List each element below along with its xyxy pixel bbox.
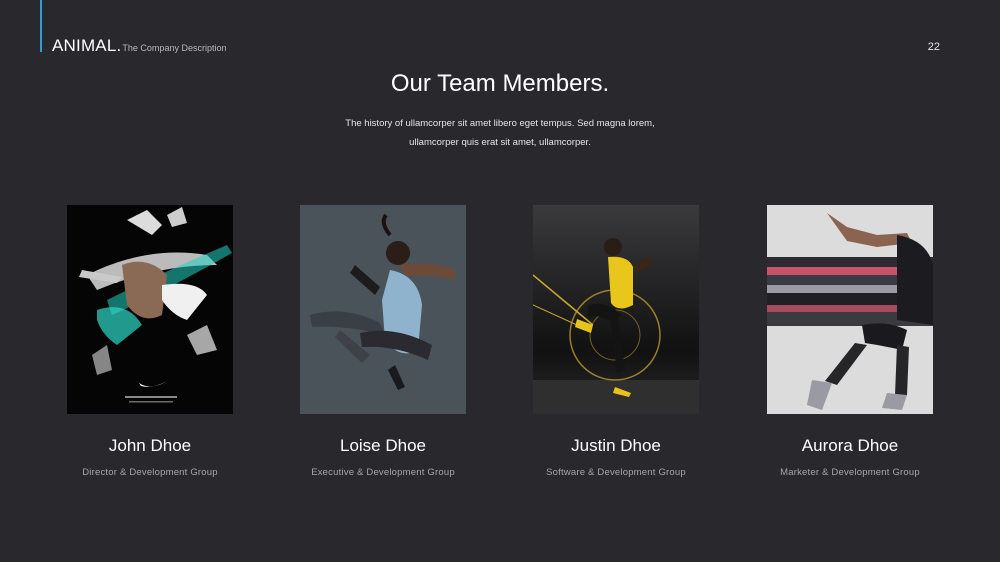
member-photo-image [533,205,699,414]
brand: ANIMAL. The Company Description [52,36,226,56]
team-member-card: Aurora Dhoe Marketer & Development Group [767,205,933,478]
page-title: Our Team Members. [390,70,610,97]
member-photo [300,205,466,414]
intro-line: ullamcorper quis erat sit amet, ullamcor… [409,137,591,148]
member-name: Aurora Dhoe [801,436,899,455]
brand-name: ANIMAL. [52,36,122,55]
page-number: 22 [927,41,940,53]
member-photo-image [767,205,933,414]
member-photo-image [67,205,233,414]
brand-description: The Company Description [122,43,227,53]
member-photo [767,205,933,414]
team-member-card: Loise Dhoe Executive & Development Group [300,205,466,478]
intro-line: The history of ullamcorper sit amet libe… [345,118,655,129]
member-photo [67,205,233,414]
member-photo [533,205,699,414]
member-photo-image [300,205,466,414]
member-role: Marketer & Development Group [780,467,920,478]
team-member-card: John Dhoe Director & Development Group [67,205,233,478]
header-accent-bar [40,0,42,52]
intro-text: The history of ullamcorper sit amet libe… [250,114,750,152]
team-member-card: Justin Dhoe Software & Development Group [533,205,699,478]
